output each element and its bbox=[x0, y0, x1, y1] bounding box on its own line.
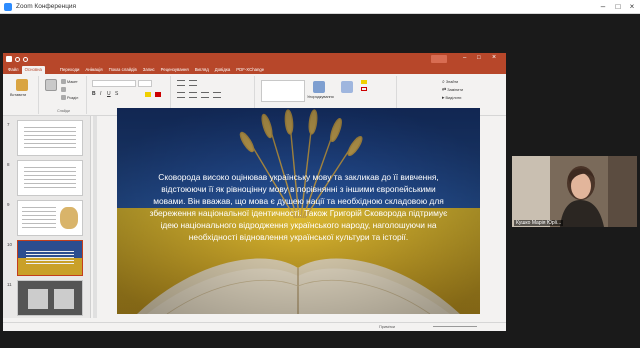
tab-pdf-xchange[interactable]: PDF-XChange bbox=[233, 66, 267, 74]
font-size-select[interactable] bbox=[138, 80, 152, 87]
thumbnail-content bbox=[24, 127, 76, 149]
bullets-icon[interactable] bbox=[177, 80, 185, 86]
tab-animations[interactable]: Анімація bbox=[82, 66, 105, 74]
align-center-icon[interactable] bbox=[189, 92, 197, 98]
underline-button[interactable]: U bbox=[107, 91, 111, 97]
justify-icon[interactable] bbox=[213, 92, 221, 98]
undo-icon[interactable] bbox=[15, 56, 20, 62]
tab-extra[interactable] bbox=[267, 66, 273, 74]
slide-thumbnail[interactable] bbox=[17, 280, 83, 316]
zoom-title-bar: Zoom Конференция bbox=[0, 0, 640, 14]
section-icon bbox=[61, 95, 66, 100]
participant-name: Кушко Марія Юрії... bbox=[514, 220, 564, 226]
slides-group: Макет Розділ Слайди bbox=[41, 76, 87, 114]
maximize-icon[interactable]: □ bbox=[477, 55, 481, 61]
thumbnail-content bbox=[24, 167, 76, 189]
replace-icon: ⇄ bbox=[442, 87, 447, 93]
arrange-icon[interactable] bbox=[313, 81, 325, 93]
align-left-icon[interactable] bbox=[177, 92, 185, 98]
thumbnail-number: 8 bbox=[7, 162, 10, 167]
layout-icon bbox=[61, 79, 66, 84]
align-right-icon[interactable] bbox=[201, 92, 209, 98]
shape-outline-icon[interactable] bbox=[361, 87, 367, 91]
slide-thumbnails-pane: 7 8 9 10 11 bbox=[3, 116, 91, 318]
select-icon: ▸ bbox=[442, 95, 445, 101]
font-name-select[interactable] bbox=[92, 80, 136, 87]
slide-thumbnail[interactable] bbox=[17, 120, 83, 156]
redo-icon[interactable] bbox=[23, 56, 28, 62]
reset-button[interactable] bbox=[61, 87, 67, 92]
font-color-icon[interactable] bbox=[155, 92, 161, 97]
slide-canvas[interactable]: Сковорода високо оцінював українську мов… bbox=[117, 108, 480, 314]
thumbnail-number: 10 bbox=[7, 242, 13, 247]
minimize-icon[interactable]: – bbox=[463, 55, 466, 61]
participant-video[interactable]: Кушко Марія Юрії... bbox=[512, 156, 637, 227]
minimize-icon[interactable]: – bbox=[596, 0, 610, 14]
close-icon[interactable]: × bbox=[492, 54, 496, 61]
strikethrough-button[interactable]: S bbox=[115, 91, 118, 97]
tab-file[interactable]: Файл bbox=[5, 66, 22, 74]
numbering-icon[interactable] bbox=[189, 80, 197, 86]
thumbnail-content bbox=[22, 207, 56, 229]
tab-view[interactable]: Вигляд bbox=[192, 66, 212, 74]
tab-transitions[interactable]: Переходи bbox=[57, 66, 82, 74]
arrange-button[interactable]: Упорядкування bbox=[307, 95, 334, 99]
tab-review[interactable]: Рецензування bbox=[158, 66, 192, 74]
zoom-window-title: Zoom Конференция bbox=[16, 3, 77, 10]
thumbnail-image bbox=[28, 289, 48, 309]
section-button[interactable]: Розділ bbox=[61, 95, 78, 100]
status-bar: Примітки bbox=[3, 322, 506, 331]
italic-button[interactable]: I bbox=[100, 91, 101, 97]
participant-video-frame bbox=[512, 156, 637, 227]
zoom-slider[interactable] bbox=[433, 326, 477, 327]
tab-record[interactable]: Запис bbox=[140, 66, 158, 74]
slide-thumbnail[interactable] bbox=[17, 160, 83, 196]
ribbon-tabs: Файл Основна Переходи Анімація Показ сла… bbox=[3, 65, 506, 74]
zoom-share-stage: – □ × Файл Основна Переходи Анімація Пок… bbox=[0, 14, 640, 348]
thumbnail-number: 11 bbox=[7, 282, 12, 287]
tab-help[interactable]: Довідка bbox=[212, 66, 233, 74]
quick-styles-icon[interactable] bbox=[341, 81, 353, 93]
maximize-icon[interactable]: □ bbox=[611, 0, 625, 14]
paste-button[interactable]: Вставити bbox=[10, 93, 26, 97]
thumbnail-content bbox=[26, 251, 74, 265]
save-icon[interactable] bbox=[6, 56, 12, 62]
thumbnail-number: 9 bbox=[7, 202, 10, 207]
reset-icon bbox=[61, 87, 66, 92]
tab-home[interactable]: Основна bbox=[21, 66, 45, 74]
shape-fill-icon[interactable] bbox=[361, 80, 367, 84]
thumbnails-scrollbar[interactable] bbox=[93, 116, 97, 318]
new-slide-icon[interactable] bbox=[45, 79, 57, 91]
bold-button[interactable]: B bbox=[92, 91, 96, 97]
highlight-color-icon[interactable] bbox=[145, 92, 151, 97]
zoom-logo-icon bbox=[4, 2, 12, 11]
thumbnail-image bbox=[60, 207, 78, 229]
notes-button[interactable]: Примітки bbox=[379, 325, 395, 329]
powerpoint-title-bar: – □ × bbox=[3, 53, 506, 65]
replace-button[interactable]: ⇄ Замінити bbox=[442, 87, 463, 93]
layout-button[interactable]: Макет bbox=[61, 79, 78, 84]
find-button[interactable]: ⌕ Знайти bbox=[442, 79, 458, 85]
user-account-button[interactable] bbox=[431, 55, 447, 63]
select-button[interactable]: ▸ Виділити bbox=[442, 95, 461, 101]
thumbnail-number: 7 bbox=[7, 122, 10, 127]
clipboard-group: Вставити bbox=[5, 76, 39, 114]
thumbnail-image bbox=[54, 289, 74, 309]
slide-body-text[interactable]: Сковорода високо оцінював українську мов… bbox=[145, 172, 452, 244]
slide-thumbnail-selected[interactable] bbox=[17, 240, 83, 276]
slide-thumbnail[interactable] bbox=[17, 200, 83, 236]
shapes-gallery[interactable] bbox=[261, 80, 305, 102]
paste-icon[interactable] bbox=[16, 79, 28, 91]
tab-slideshow[interactable]: Показ слайдів bbox=[106, 66, 140, 74]
close-icon[interactable]: × bbox=[625, 0, 639, 14]
search-icon: ⌕ bbox=[442, 79, 445, 85]
